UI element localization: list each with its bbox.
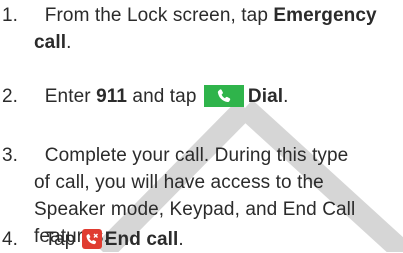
step-text: Enter — [44, 86, 97, 107]
step-bold-text: Dial — [247, 86, 284, 107]
step-number: 3. — [2, 145, 19, 166]
step-bold-text: call — [34, 32, 67, 53]
step-number: 1. — [2, 5, 19, 26]
step-number: 4. — [2, 229, 19, 250]
step-bold-text: 911 — [96, 86, 128, 107]
step-text-line: of call, you will have access to the — [34, 172, 324, 193]
step-bold-text: End call — [104, 229, 179, 250]
step-1: 1. From the Lock screen, tap Emergency c… — [2, 2, 377, 56]
step-punct: . — [178, 229, 184, 250]
step-text: Tap — [44, 229, 81, 250]
step-2: 2. Enter 911 and tap Dial. — [2, 83, 289, 110]
step-number: 2. — [2, 86, 19, 107]
step-bold-text: Emergency — [273, 5, 377, 26]
end-call-button — [81, 229, 102, 249]
phone-icon — [217, 89, 231, 103]
step-4: 4. Tap End call. — [2, 226, 184, 253]
step-punct: . — [283, 86, 289, 107]
step-text: and tap — [127, 86, 202, 107]
end-call-icon — [86, 233, 98, 245]
step-punct: . — [66, 32, 72, 53]
step-text-line: Complete your call. During this type — [44, 145, 349, 166]
step-text-line: Speaker mode, Keypad, and End Call — [34, 199, 356, 220]
instruction-page: 1. From the Lock screen, tap Emergency c… — [0, 0, 403, 252]
dial-button — [203, 85, 244, 107]
step-text: From the Lock screen, tap — [44, 5, 274, 26]
